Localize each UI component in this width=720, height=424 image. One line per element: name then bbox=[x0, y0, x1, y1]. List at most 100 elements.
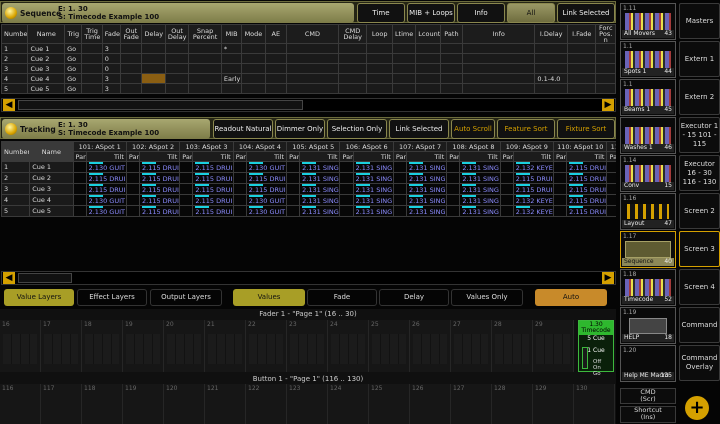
cell[interactable] bbox=[286, 43, 339, 54]
cell[interactable] bbox=[141, 53, 166, 64]
go-button[interactable]: Go bbox=[593, 371, 601, 377]
link-selected-button[interactable]: Link Selected bbox=[389, 119, 449, 139]
cell[interactable] bbox=[595, 43, 616, 54]
fader-slot[interactable]: 28 bbox=[492, 320, 533, 372]
cue-name[interactable]: Cue 4 bbox=[27, 73, 66, 84]
button-slot[interactable]: 125 bbox=[369, 384, 410, 424]
cell[interactable] bbox=[462, 83, 536, 94]
button-slot[interactable]: 116 bbox=[0, 384, 41, 424]
cell[interactable] bbox=[264, 83, 288, 94]
cue-fade[interactable]: 0 bbox=[101, 53, 122, 64]
pan-cell[interactable] bbox=[499, 183, 514, 195]
scroll-right-icon[interactable]: ▶ bbox=[602, 99, 614, 111]
tilt-cell[interactable]: 2.130 GUIT bbox=[85, 205, 127, 217]
tilt-cell[interactable]: 2.115 DRUI bbox=[245, 172, 288, 184]
screen-button[interactable]: Screen 4 bbox=[679, 269, 720, 305]
cell[interactable] bbox=[566, 43, 597, 54]
cell[interactable] bbox=[188, 73, 222, 84]
cell[interactable] bbox=[366, 63, 393, 74]
pan-cell[interactable] bbox=[606, 183, 616, 195]
tilt-cell[interactable]: 2.131 SING bbox=[299, 172, 341, 184]
pan-cell[interactable] bbox=[499, 161, 514, 173]
tilt-cell[interactable]: 2.131 SING bbox=[405, 194, 448, 206]
cell[interactable] bbox=[415, 83, 441, 94]
effect-layers-button[interactable]: Effect Layers bbox=[77, 289, 147, 306]
button-slot[interactable]: 126 bbox=[410, 384, 451, 424]
cue-idelay[interactable] bbox=[534, 43, 568, 54]
cell[interactable] bbox=[188, 43, 222, 54]
button-slot[interactable]: 118 bbox=[82, 384, 123, 424]
table-row[interactable]: 5 Cue 5 Go 3 bbox=[0, 83, 616, 94]
sequence-scrollbar[interactable]: ◀ ▶ bbox=[1, 98, 616, 112]
cue-trig[interactable]: Go bbox=[64, 53, 83, 64]
fixture-header[interactable]: 106: ASpot 6 bbox=[339, 141, 394, 152]
cue-number[interactable]: 4 bbox=[0, 73, 29, 84]
cell[interactable] bbox=[366, 43, 393, 54]
tilt-cell[interactable]: 2.131 SING bbox=[459, 172, 501, 184]
tilt-cell[interactable]: 2.131 SING bbox=[459, 194, 501, 206]
pan-cell[interactable] bbox=[125, 183, 141, 195]
view-button[interactable]: 1.14 Conv 15 bbox=[620, 155, 676, 192]
cue-number[interactable]: 1 bbox=[1, 161, 31, 173]
values-only-button[interactable]: Values Only bbox=[451, 289, 523, 306]
all-button[interactable]: All bbox=[507, 3, 555, 23]
fade-button[interactable]: Fade bbox=[307, 289, 377, 306]
cell[interactable] bbox=[264, 53, 288, 64]
screen-button[interactable]: Executor 1 - 15 101 - 115 bbox=[679, 117, 720, 153]
tilt-cell[interactable]: 2.115 DRUI bbox=[192, 161, 234, 173]
pan-cell[interactable] bbox=[446, 183, 461, 195]
cmd-button[interactable]: CMD (Scr) bbox=[620, 388, 676, 404]
fader-slot[interactable]: 22 bbox=[246, 320, 287, 372]
tracking-row[interactable]: 5 Cue 5 2.130 GUIT 2.115 DRUI 2.115 DRUI 2.13… bbox=[1, 205, 616, 217]
screen-button[interactable]: Screen 3 bbox=[679, 231, 720, 267]
pan-cell[interactable] bbox=[553, 161, 568, 173]
cell[interactable] bbox=[81, 83, 103, 94]
tilt-cell[interactable]: 2.115 DRUI bbox=[566, 183, 608, 195]
pan-cell[interactable] bbox=[286, 194, 301, 206]
pan-cell[interactable] bbox=[72, 183, 87, 195]
cell[interactable] bbox=[164, 83, 190, 94]
pan-cell[interactable] bbox=[339, 172, 354, 184]
cell[interactable] bbox=[164, 43, 190, 54]
pan-cell[interactable] bbox=[232, 205, 247, 217]
cell[interactable] bbox=[391, 43, 417, 54]
tilt-cell[interactable]: 2.115 DRUI bbox=[192, 172, 234, 184]
dimmer-only-button[interactable]: Dimmer Only bbox=[275, 119, 325, 139]
tilt-cell[interactable]: 2.130 GUIT bbox=[245, 205, 288, 217]
cell[interactable] bbox=[120, 73, 143, 84]
col-header[interactable]: Delay bbox=[141, 24, 166, 44]
view-button[interactable]: 1.20 Help ME Macro 135 bbox=[620, 345, 676, 382]
feature-sort-button[interactable]: Feature Sort bbox=[497, 119, 555, 139]
cue-mib[interactable]: Early bbox=[220, 73, 243, 84]
button-slot[interactable]: 119 bbox=[123, 384, 164, 424]
pan-cell[interactable] bbox=[606, 205, 616, 217]
value-layers-button[interactable]: Value Layers bbox=[4, 289, 74, 306]
screen-button[interactable]: Extern 1 bbox=[679, 41, 720, 77]
tilt-cell[interactable]: 2.131 SING bbox=[459, 183, 501, 195]
fixture-sort-button[interactable]: Fixture Sort bbox=[557, 119, 615, 139]
tilt-cell[interactable]: 2.131 SING bbox=[405, 161, 448, 173]
col-name[interactable]: Name bbox=[29, 141, 74, 162]
shortcut-button[interactable]: Shortcut (Ins) bbox=[620, 406, 676, 423]
fader-track[interactable] bbox=[582, 347, 588, 369]
cell[interactable] bbox=[595, 83, 616, 94]
col-number[interactable]: Number bbox=[1, 141, 31, 162]
delay-cell[interactable] bbox=[141, 73, 166, 84]
cell[interactable] bbox=[566, 63, 597, 74]
cell[interactable] bbox=[439, 73, 464, 84]
cell[interactable] bbox=[462, 63, 536, 74]
screen-button[interactable]: Extern 2 bbox=[679, 79, 720, 115]
tilt-cell[interactable]: 2.115 DRUI bbox=[192, 183, 234, 195]
cell[interactable] bbox=[391, 63, 417, 74]
tilt-cell[interactable]: 2.131 SING bbox=[352, 172, 394, 184]
col-header[interactable]: Forc Pos. n bbox=[595, 24, 616, 44]
pan-cell[interactable] bbox=[339, 183, 354, 195]
cue-number[interactable]: 5 bbox=[1, 205, 31, 217]
tracking-row[interactable]: 2 Cue 2 2.115 DRUI 2.115 DRUI 2.115 DRUI 2.11… bbox=[1, 172, 616, 184]
pan-cell[interactable] bbox=[232, 194, 247, 206]
tilt-cell[interactable]: 2.115 DRUI bbox=[566, 161, 608, 173]
cell[interactable] bbox=[141, 43, 166, 54]
pan-cell[interactable] bbox=[125, 205, 141, 217]
auto-button[interactable]: Auto bbox=[535, 289, 607, 306]
time-button[interactable]: Time bbox=[357, 3, 405, 23]
